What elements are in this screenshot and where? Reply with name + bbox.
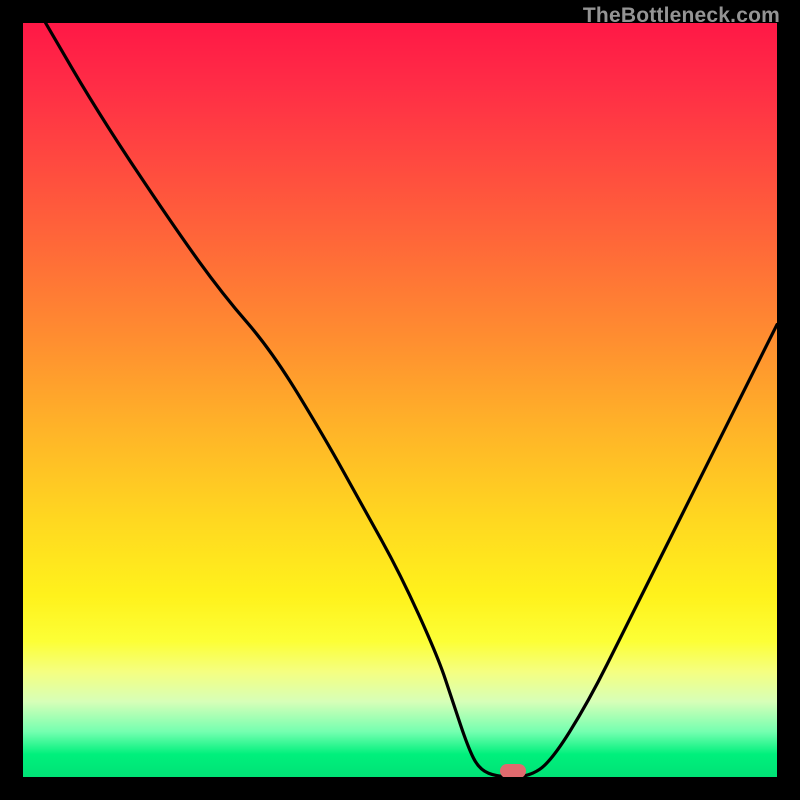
chart-area bbox=[23, 23, 777, 777]
chart-frame bbox=[23, 23, 777, 777]
bottleneck-curve bbox=[23, 23, 777, 777]
watermark-text: TheBottleneck.com bbox=[583, 4, 780, 28]
optimal-marker bbox=[500, 764, 526, 777]
